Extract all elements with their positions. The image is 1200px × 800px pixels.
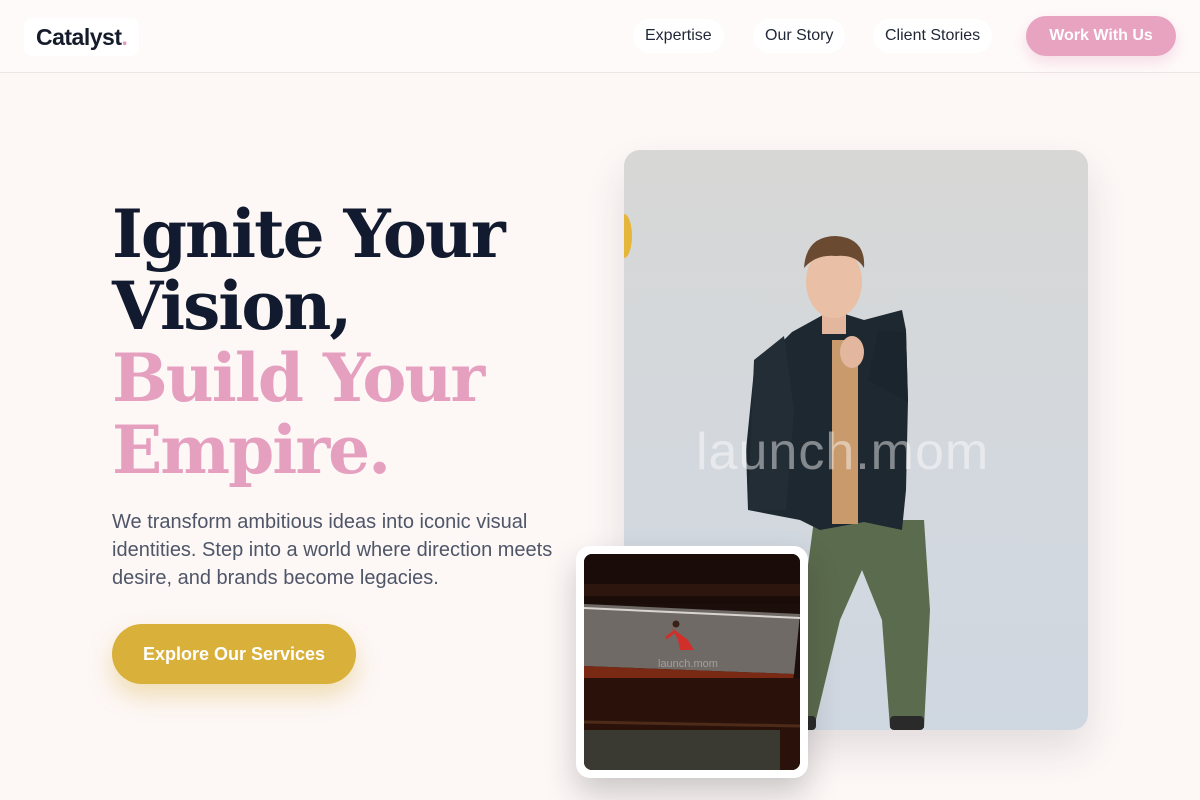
hero-secondary-photo: launch.mom [584,554,800,770]
headline-line-1: Ignite Your [112,195,506,273]
logo-text: Catalyst [36,24,122,50]
top-navbar: Catalyst. Expertise Our Story Client Sto… [0,0,1200,73]
explore-services-button[interactable]: Explore Our Services [112,624,356,684]
nav-link-our-story[interactable]: Our Story [753,19,846,53]
hero-headline: Ignite Your Vision, Build Your Empire. [112,198,592,486]
headline-line-2: Vision, [112,267,352,345]
watermark-main: launch.mom [696,423,990,481]
work-with-us-button[interactable]: Work With Us [1026,16,1176,56]
hero-subtext: We transform ambitious ideas into iconic… [112,511,553,589]
nav-link-expertise[interactable]: Expertise [633,19,724,53]
hero-secondary-photo-card: launch.mom [576,546,808,778]
headline-line-4: Empire. [112,411,391,489]
nav-link-client-stories[interactable]: Client Stories [873,19,993,53]
logo-dot: . [121,24,128,50]
brand-logo[interactable]: Catalyst. [24,18,140,56]
watermark-small: launch.mom [658,658,718,670]
headline-line-3: Build Your [112,339,485,417]
